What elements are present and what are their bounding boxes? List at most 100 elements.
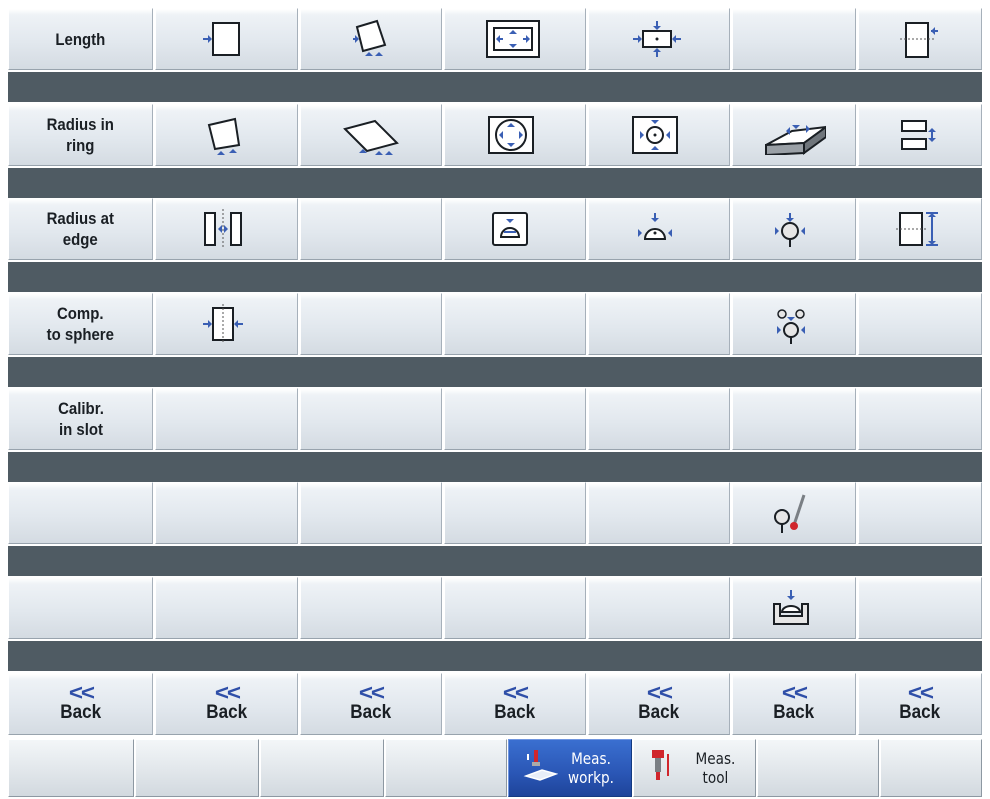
softkey-empty[interactable]	[155, 482, 298, 544]
softkey-empty[interactable]	[300, 482, 442, 544]
row-separator	[8, 641, 982, 671]
hsoftkey-empty[interactable]	[135, 739, 259, 797]
hsoftkey-empty[interactable]	[8, 739, 134, 797]
softkey-circular-pocket[interactable]	[444, 104, 586, 166]
softkey-empty[interactable]	[444, 293, 586, 355]
softkey-rectangle[interactable]	[155, 8, 298, 70]
softkey-empty[interactable]	[588, 388, 730, 450]
back-label: Back	[60, 702, 101, 723]
row-separator	[8, 452, 982, 482]
softkey-spindle-probe-box[interactable]	[444, 198, 586, 260]
row-separator	[8, 357, 982, 387]
softkey-empty[interactable]	[588, 293, 730, 355]
double-chevron-left-icon: <<	[782, 680, 808, 705]
back-button[interactable]: << Back	[155, 673, 298, 735]
softkey-row-2: Radius in ring	[0, 104, 990, 166]
back-button[interactable]: << Back	[588, 673, 730, 735]
row-separator	[8, 72, 982, 102]
softkey-empty[interactable]	[732, 388, 856, 450]
back-button[interactable]: << Back	[444, 673, 586, 735]
softkey-rectangular-spigot[interactable]	[588, 8, 730, 70]
softkey-empty[interactable]	[588, 577, 730, 639]
softkey-sphere-probe[interactable]	[732, 198, 856, 260]
softkey-radius-at-edge[interactable]: Radius at edge	[8, 198, 153, 260]
softkey-row-6	[0, 482, 990, 544]
rotated-rectangle-icon	[339, 19, 403, 59]
back-label: Back	[494, 702, 536, 723]
softkey-empty[interactable]	[300, 198, 442, 260]
softkey-empty[interactable]	[858, 577, 982, 639]
softkey-groove-width[interactable]	[155, 198, 298, 260]
softkey-dome[interactable]	[588, 198, 730, 260]
softkey-empty[interactable]	[155, 577, 298, 639]
softkey-parallelogram[interactable]	[300, 104, 442, 166]
double-chevron-left-icon: <<	[68, 680, 95, 705]
softkey-empty[interactable]	[8, 482, 153, 544]
softkey-empty[interactable]	[8, 577, 153, 639]
softkey-length[interactable]: Length	[8, 8, 153, 70]
softkey-rectangular-pocket[interactable]	[444, 8, 586, 70]
inclined-plane-icon	[762, 115, 826, 155]
softkey-empty[interactable]	[858, 293, 982, 355]
back-button[interactable]: << Back	[8, 673, 153, 735]
parallelogram-icon	[339, 115, 403, 155]
double-chevron-left-icon: <<	[359, 680, 385, 705]
softkey-web-thickness[interactable]	[858, 104, 982, 166]
softkey-empty[interactable]	[858, 482, 982, 544]
sphere-probe-icon	[762, 209, 826, 249]
softkey-inclined-plane[interactable]	[732, 104, 856, 166]
softkey-empty[interactable]	[732, 8, 856, 70]
softkey-slot-length[interactable]	[858, 8, 982, 70]
softkey-height-gauge[interactable]	[858, 198, 982, 260]
softkey-calibr-in-slot[interactable]: Calibr. in slot	[8, 388, 153, 450]
softkey-slot-gap[interactable]	[155, 293, 298, 355]
web-thickness-icon	[888, 115, 952, 155]
hsoftkey-empty[interactable]	[757, 739, 879, 797]
rectangle-icon	[195, 19, 259, 59]
double-chevron-left-icon: <<	[503, 680, 529, 705]
three-sphere-icon	[762, 304, 826, 344]
softkey-empty[interactable]	[155, 388, 298, 450]
hsoftkey-meas-tool[interactable]: Meas. tool	[633, 739, 756, 797]
back-button[interactable]: << Back	[732, 673, 856, 735]
double-chevron-left-icon: <<	[214, 680, 241, 705]
double-chevron-left-icon: <<	[908, 680, 934, 705]
back-button[interactable]: << Back	[858, 673, 982, 735]
softkey-label: Radius at edge	[46, 209, 115, 249]
softkey-label: Calibr. in slot	[57, 399, 104, 439]
softkey-empty[interactable]	[444, 577, 586, 639]
softkey-row-7	[0, 577, 990, 639]
hsoftkey-empty[interactable]	[260, 739, 384, 797]
softkey-row-5: Calibr. in slot	[0, 388, 990, 450]
spindle-probe-box-icon	[483, 209, 547, 249]
softkey-empty[interactable]	[444, 388, 586, 450]
softkey-probe-holder[interactable]	[732, 577, 856, 639]
hsoftkey-empty[interactable]	[385, 739, 507, 797]
double-chevron-left-icon: <<	[647, 680, 673, 705]
softkey-empty[interactable]	[300, 388, 442, 450]
hsoftkey-label: Meas. tool	[695, 749, 736, 787]
softkey-radius-in-ring[interactable]: Radius in ring	[8, 104, 153, 166]
softkey-probe-stylus[interactable]	[732, 482, 856, 544]
softkey-empty[interactable]	[588, 482, 730, 544]
softkey-empty[interactable]	[300, 577, 442, 639]
softkey-label: Radius in ring	[46, 115, 115, 155]
hsoftkey-meas-workp[interactable]: Meas. workp.	[508, 739, 632, 797]
softkey-rotated-rectangle[interactable]	[300, 8, 442, 70]
softkey-comp-to-sphere[interactable]: Comp. to sphere	[8, 293, 153, 355]
groove-width-icon	[195, 209, 259, 249]
softkey-empty[interactable]	[858, 388, 982, 450]
softkey-empty[interactable]	[444, 482, 586, 544]
slot-gap-icon	[195, 304, 259, 344]
height-gauge-icon	[888, 209, 952, 249]
softkey-label: Length	[55, 29, 106, 49]
hsoftkey-empty[interactable]	[880, 739, 982, 797]
softkey-angled-corner[interactable]	[155, 104, 298, 166]
softkey-circular-spigot[interactable]	[588, 104, 730, 166]
back-button[interactable]: << Back	[300, 673, 442, 735]
softkey-three-sphere[interactable]	[732, 293, 856, 355]
slot-length-icon	[888, 19, 952, 59]
row-separator	[8, 168, 982, 198]
rectangular-pocket-icon	[483, 19, 547, 59]
softkey-empty[interactable]	[300, 293, 442, 355]
